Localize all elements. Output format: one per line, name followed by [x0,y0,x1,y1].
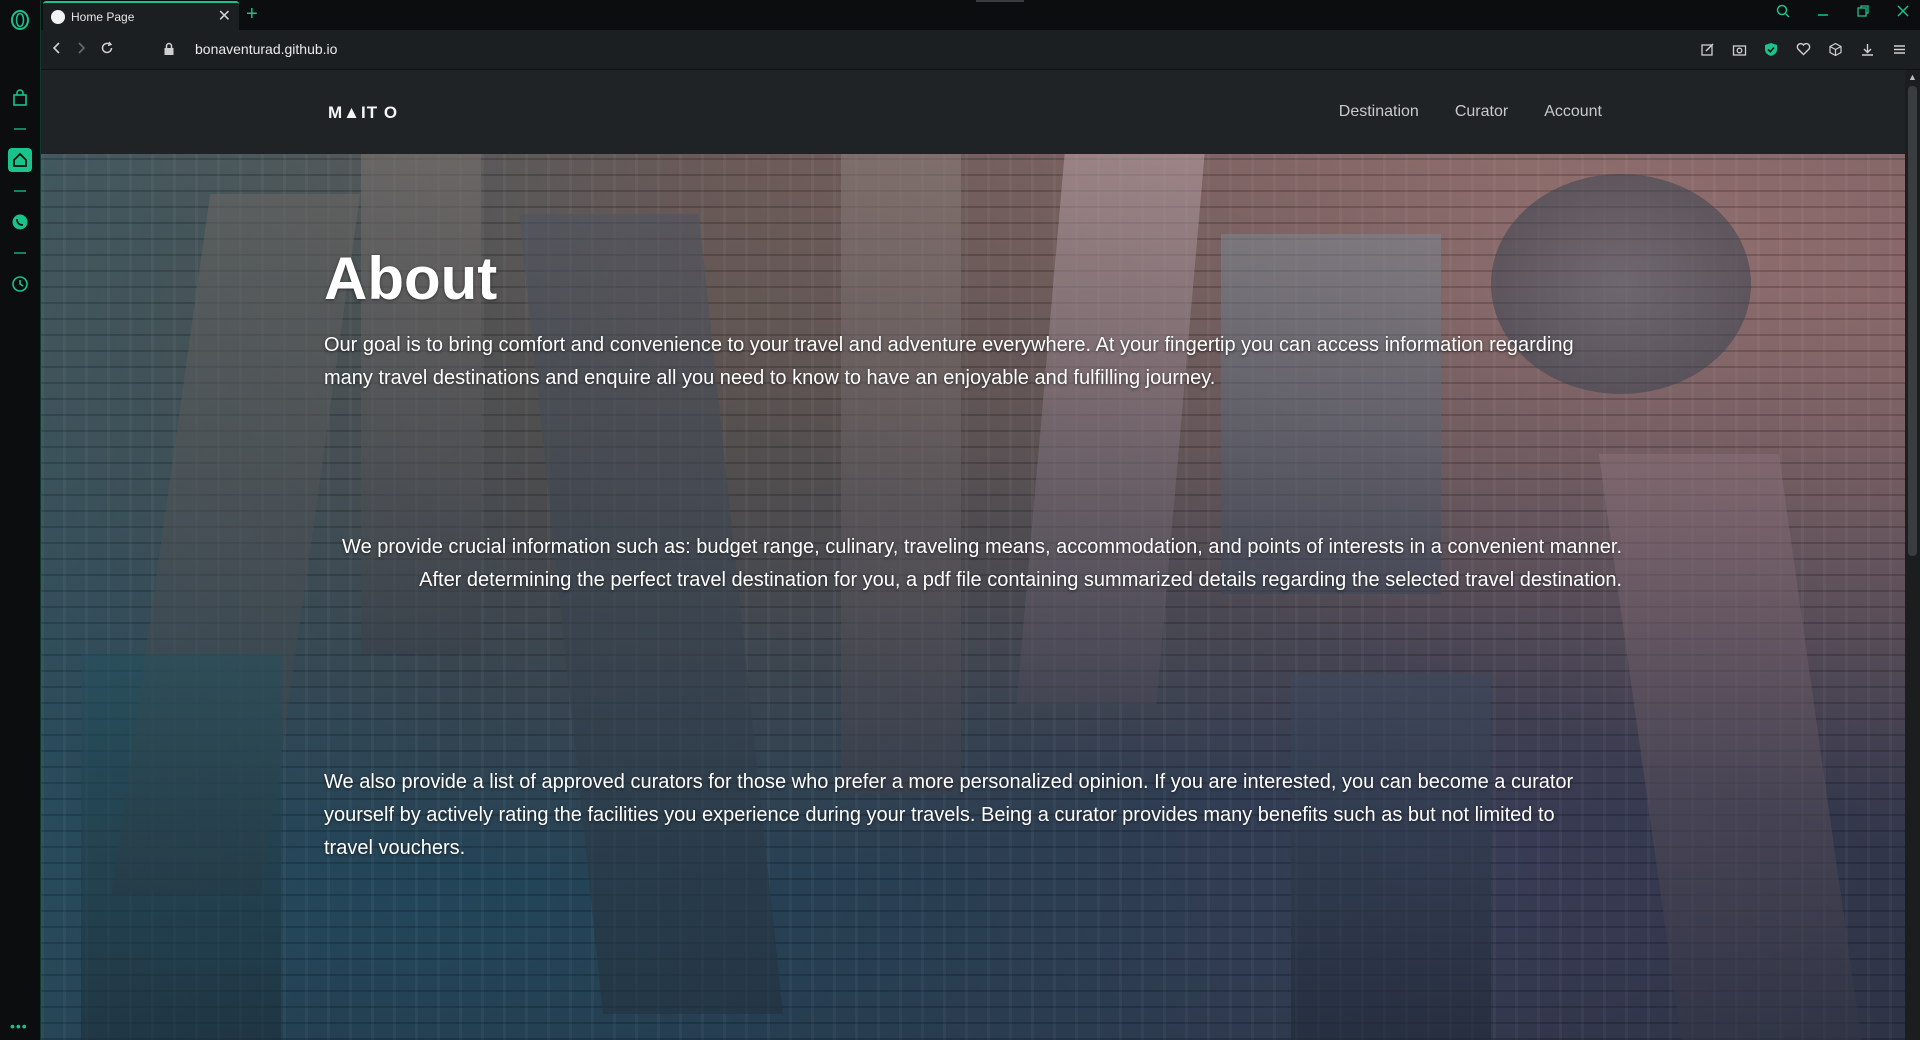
site-navbar: M▲IT O Destination Curator Account [41,70,1905,154]
sidebar-more-icon[interactable]: ••• [10,1018,28,1034]
sidebar-separator [14,252,26,254]
minimize-icon[interactable] [1814,4,1832,22]
nav-link-destination[interactable]: Destination [1339,103,1419,121]
scrollbar-thumb[interactable] [1908,86,1917,556]
about-paragraph-1: Our goal is to bring comfort and conveni… [324,334,1574,389]
close-icon[interactable] [1894,4,1912,22]
shopping-bag-icon[interactable] [8,86,32,110]
clock-icon[interactable] [8,272,32,296]
page-title: About [324,245,498,312]
window-controls [1774,4,1912,22]
tab-home-page[interactable]: Home Page ✕ [43,1,239,30]
city-background-image [41,134,1905,1040]
home-icon[interactable] [8,148,32,172]
drag-indicator [976,0,1024,2]
edit-icon[interactable] [1698,40,1716,58]
tab-strip: Home Page ✕ + [41,0,1920,30]
browser-sidebar: ••• [0,0,41,1040]
page-scrollbar[interactable]: ▲ [1905,70,1920,1040]
github-favicon-icon [51,9,65,24]
site-logo[interactable]: M▲IT O [328,103,398,123]
tab-close-icon[interactable]: ✕ [218,8,231,24]
scroll-up-icon[interactable]: ▲ [1908,72,1917,82]
cube-icon[interactable] [1826,40,1844,58]
back-icon[interactable] [47,39,67,59]
building-shape [81,654,281,1040]
camera-icon[interactable] [1730,40,1748,58]
building-shape [1016,144,1206,704]
url-field[interactable]: bonaventurad.github.io [195,41,337,57]
address-bar: bonaventurad.github.io [41,30,1920,70]
sidebar-separator [14,128,26,130]
nav-link-curator[interactable]: Curator [1455,103,1508,121]
toolbar-right [1698,40,1908,58]
search-icon[interactable] [1774,4,1792,22]
nav-link-account[interactable]: Account [1544,103,1602,121]
about-paragraph-3: We also provide a list of approved curat… [324,771,1574,859]
menu-icon[interactable] [1890,40,1908,58]
sidebar-separator [14,190,26,192]
shield-icon[interactable] [1762,40,1780,58]
page-viewport: M▲IT O Destination Curator Account About… [41,70,1905,1040]
tab-title: Home Page [71,9,135,24]
lock-icon[interactable] [163,42,175,61]
heart-icon[interactable] [1794,40,1812,58]
about-paragraph-2: We provide crucial information such as: … [342,536,1622,591]
whatsapp-icon[interactable] [8,210,32,234]
building-shape [841,154,961,794]
download-icon[interactable] [1858,40,1876,58]
forward-icon[interactable] [71,39,91,59]
restore-icon[interactable] [1854,4,1872,22]
opera-gx-logo-icon[interactable] [8,8,32,32]
new-tab-button[interactable]: + [246,4,258,24]
building-shape [1598,454,1864,1040]
site-nav-links: Destination Curator Account [1339,103,1602,121]
reload-icon[interactable] [97,39,117,59]
